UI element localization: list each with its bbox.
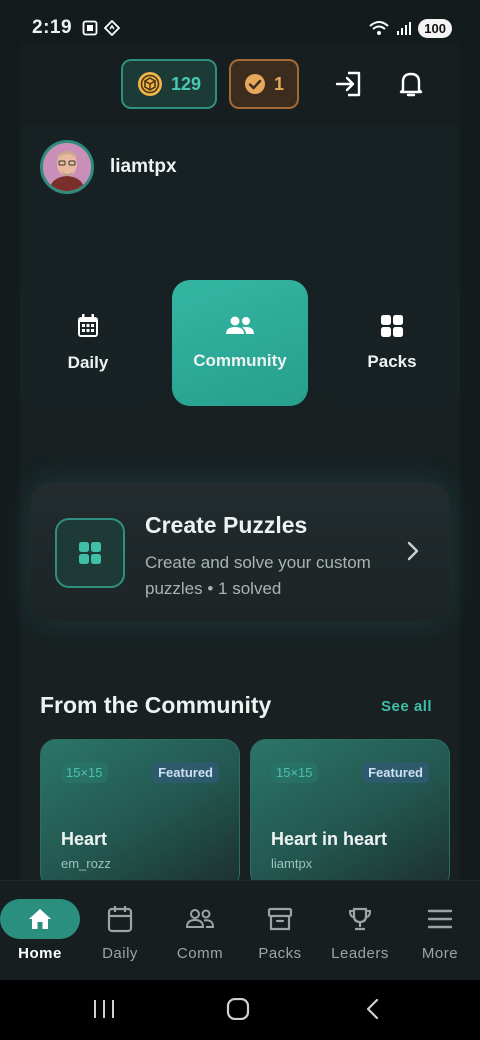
- nav-item-leaders[interactable]: Leaders: [320, 881, 400, 981]
- mode-label-daily: Daily: [67, 353, 109, 372]
- profile-header[interactable]: liamtpx: [40, 140, 177, 194]
- login-icon[interactable]: [334, 70, 364, 98]
- puzzle-author: liamtpx: [271, 856, 313, 871]
- nav-label-daily: Daily: [102, 945, 138, 962]
- nav-diamond-icon: [104, 20, 121, 36]
- see-all-link[interactable]: See all: [381, 698, 432, 715]
- mode-label-community: Community: [193, 351, 287, 370]
- app-header: 129 1: [20, 44, 460, 124]
- puzzle-author: em_rozz: [61, 856, 111, 871]
- nav-item-home[interactable]: Home: [0, 881, 80, 981]
- system-nav-bar: [0, 980, 480, 1040]
- check-circle-icon: [244, 74, 265, 94]
- home-icon: [29, 909, 51, 929]
- create-puzzles-icon-box: [55, 518, 125, 588]
- bell-icon[interactable]: [398, 70, 424, 98]
- avatar[interactable]: [40, 140, 94, 194]
- mode-tile-packs[interactable]: Packs: [324, 280, 460, 406]
- nav-label-home: Home: [18, 945, 62, 962]
- puzzle-card[interactable]: 15×15 Featured Heart em_rozz: [40, 739, 240, 889]
- chevron-right-icon: [407, 541, 419, 561]
- nav-item-daily[interactable]: Daily: [80, 881, 160, 981]
- home-button-icon[interactable]: [226, 998, 250, 1020]
- featured-badge: Featured: [152, 762, 219, 783]
- solved-count: 1: [273, 73, 284, 94]
- mode-tile-community[interactable]: Community: [172, 280, 308, 406]
- mode-label-packs: Packs: [367, 352, 417, 371]
- puzzle-size-badge: 15×15: [271, 762, 318, 783]
- archive-icon: [267, 907, 293, 931]
- featured-badge: Featured: [362, 762, 429, 783]
- nav-label-more: More: [421, 945, 459, 962]
- trophy-icon: [348, 907, 372, 931]
- puzzle-name: Heart: [61, 829, 108, 849]
- coin-icon: [137, 72, 162, 96]
- calendar-icon: [107, 906, 133, 933]
- nav-label-leaders: Leaders: [331, 945, 389, 962]
- menu-icon: [427, 909, 453, 929]
- create-puzzles-title: Create Puzzles: [145, 512, 308, 538]
- create-puzzles-subtitle: Create and solve your custom puzzles • 1…: [145, 553, 371, 598]
- solved-badge[interactable]: 1: [229, 59, 299, 109]
- create-puzzles-card[interactable]: Create Puzzles Create and solve your cus…: [30, 482, 450, 622]
- coins-badge[interactable]: 129: [121, 59, 217, 109]
- people-icon: [226, 316, 254, 334]
- nav-item-packs[interactable]: Packs: [240, 881, 320, 981]
- status-notification-icons: [82, 20, 121, 36]
- puzzle-size-badge: 15×15: [61, 762, 108, 783]
- wifi-icon: [369, 21, 389, 35]
- nav-item-more[interactable]: More: [400, 881, 480, 981]
- avatar-face-icon: [43, 143, 91, 191]
- username: liamtpx: [110, 156, 177, 177]
- mode-tile-daily[interactable]: Daily: [20, 280, 156, 406]
- nav-label-community: Comm: [176, 945, 224, 962]
- grid-icon: [79, 542, 101, 564]
- screenshot-icon: [82, 20, 98, 36]
- nav-item-community[interactable]: Comm: [160, 881, 240, 981]
- bottom-nav: Home Daily Comm Packs Leaders More: [0, 880, 480, 980]
- recents-icon[interactable]: [92, 998, 116, 1020]
- community-section-title: From the Community: [40, 692, 272, 718]
- battery-indicator: 100: [418, 18, 452, 38]
- grid-icon: [381, 315, 403, 337]
- signal-icon: [397, 22, 412, 35]
- people-icon: [185, 909, 215, 928]
- calendar-icon: [78, 314, 98, 337]
- puzzle-name: Heart in heart: [271, 829, 388, 849]
- puzzle-card[interactable]: 15×15 Featured Heart in heart liamtpx: [250, 739, 450, 889]
- status-time: 2:19: [32, 17, 73, 38]
- nav-label-packs: Packs: [258, 945, 302, 962]
- back-icon[interactable]: [364, 998, 382, 1020]
- coins-count: 129: [170, 73, 202, 94]
